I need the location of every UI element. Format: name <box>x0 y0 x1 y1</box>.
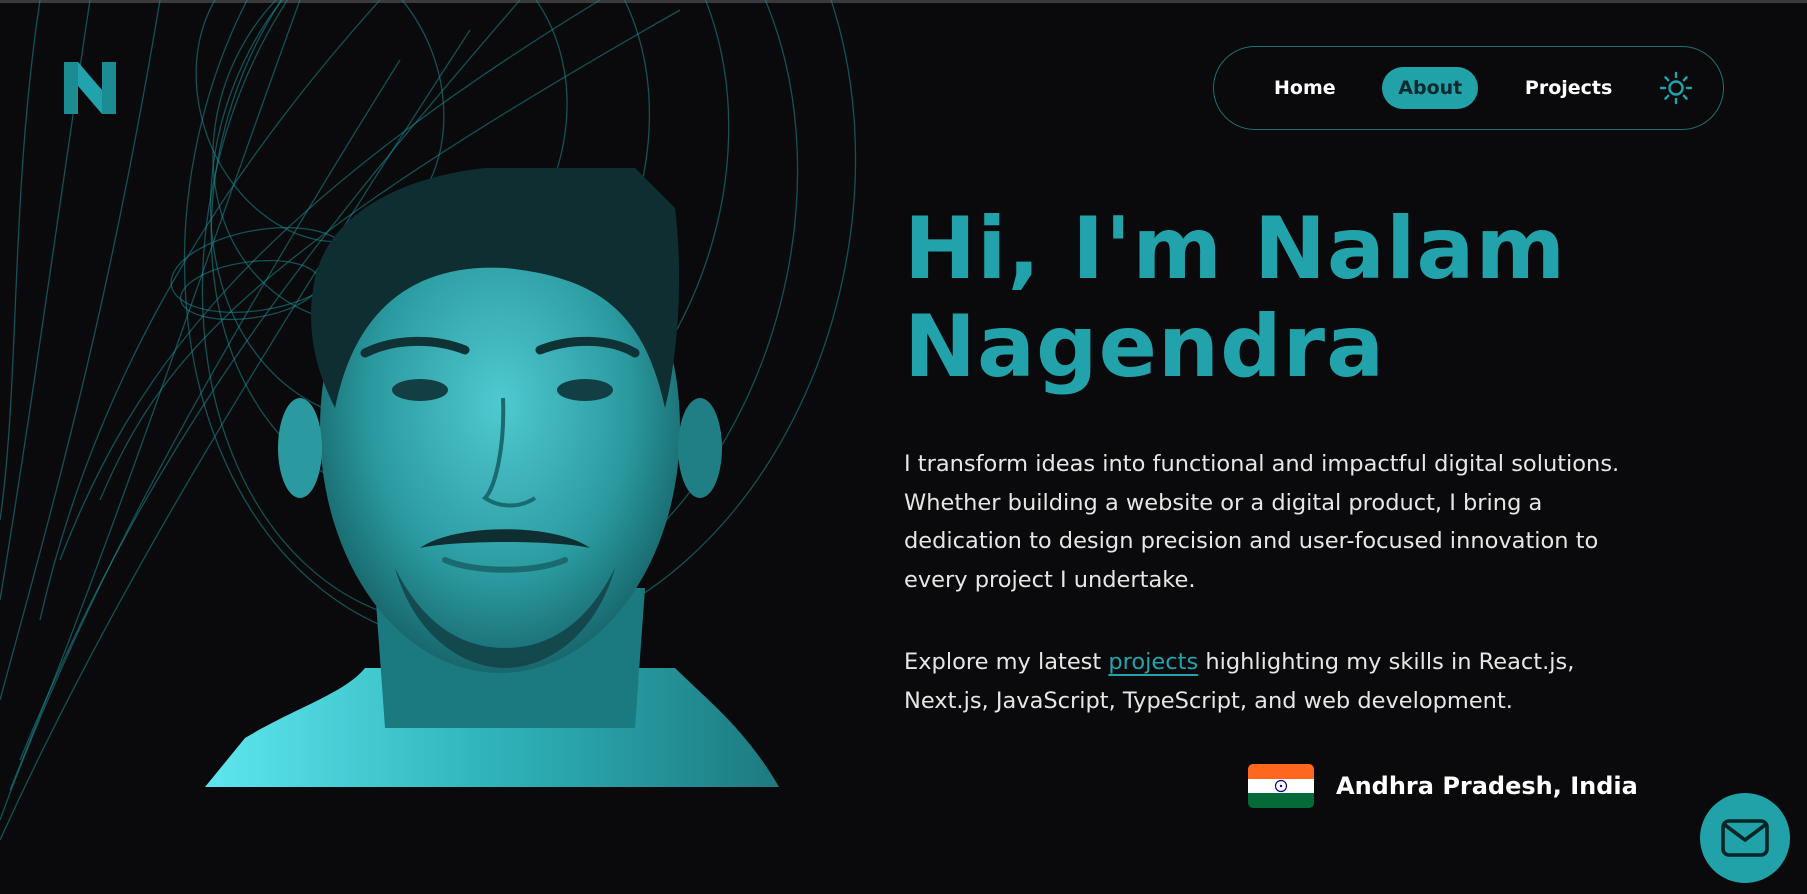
sun-icon[interactable] <box>1659 71 1693 105</box>
n-logo-icon[interactable] <box>64 62 116 114</box>
projects-link[interactable]: projects <box>1108 649 1198 675</box>
intro-paragraph: I transform ideas into functional and im… <box>904 451 1620 593</box>
location-badge: Andhra Pradesh, India <box>1248 764 1638 808</box>
nav-projects-link[interactable]: Projects <box>1509 67 1628 109</box>
hero-title: Hi, I'm Nalam Nagendra <box>904 200 1704 396</box>
mail-icon <box>1721 819 1769 857</box>
explore-prefix-text: Explore my latest <box>904 649 1109 675</box>
hero-title-line1: Hi, I'm Nalam <box>904 199 1567 299</box>
explore-paragraph: Explore my latest projects highlighting … <box>904 643 1664 720</box>
nav-about-link[interactable]: About <box>1382 67 1479 109</box>
main-navigation: Home About Projects <box>1213 46 1724 130</box>
contact-mail-button[interactable] <box>1700 793 1790 883</box>
profile-portrait <box>205 168 779 787</box>
hero-title-line2: Nagendra <box>904 297 1386 397</box>
nav-home-link[interactable]: Home <box>1258 67 1352 109</box>
india-flag-icon <box>1248 764 1314 808</box>
location-text: Andhra Pradesh, India <box>1336 772 1638 800</box>
